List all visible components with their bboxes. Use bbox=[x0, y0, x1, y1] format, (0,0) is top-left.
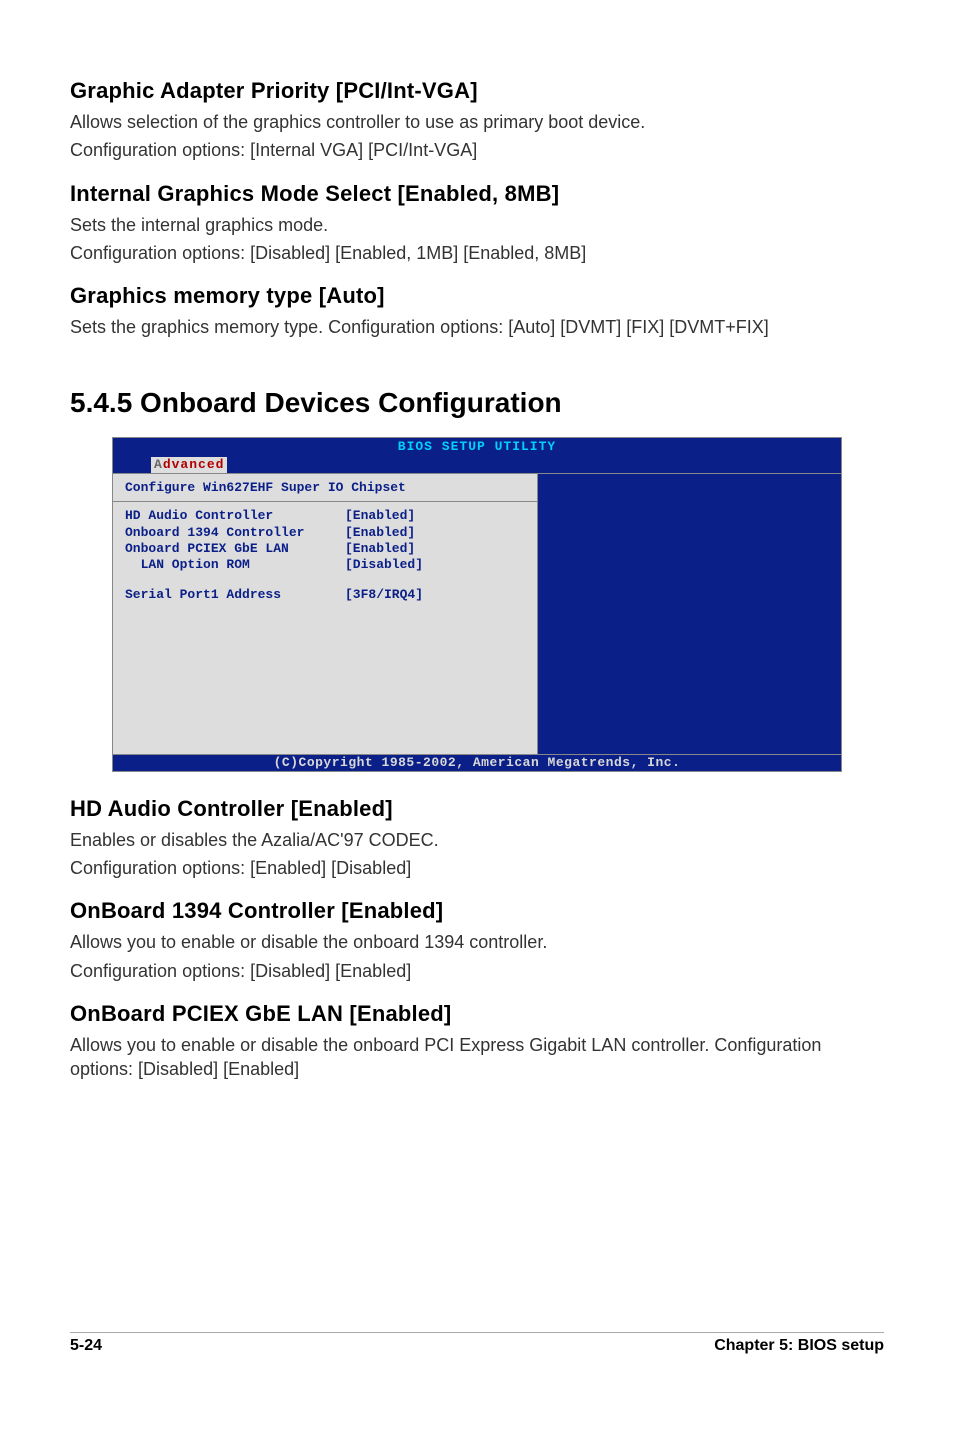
bios-value-hd-audio: [Enabled] bbox=[345, 508, 525, 524]
bios-tab-label: dvanced bbox=[163, 457, 225, 472]
bios-value-lan-option-rom: [Disabled] bbox=[345, 557, 525, 573]
bios-label-pciex-lan: Onboard PCIEX GbE LAN bbox=[125, 541, 345, 557]
bios-label-serial-port: Serial Port1 Address bbox=[125, 587, 345, 603]
bios-setup-screenshot: BIOS SETUP UTILITY Advanced Configure Wi… bbox=[112, 437, 842, 771]
bios-left-pane: Configure Win627EHF Super IO Chipset HD … bbox=[113, 474, 538, 753]
bios-title: BIOS SETUP UTILITY bbox=[113, 438, 841, 456]
text-hd-audio-desc: Enables or disables the Azalia/AC'97 COD… bbox=[70, 828, 884, 852]
text-graphic-adapter-priority-desc: Allows selection of the graphics control… bbox=[70, 110, 884, 134]
bios-row: Serial Port1 Address [3F8/IRQ4] bbox=[125, 587, 525, 603]
page-number: 5-24 bbox=[70, 1337, 102, 1355]
heading-onboard-1394: OnBoard 1394 Controller [Enabled] bbox=[70, 898, 884, 924]
bios-value-serial-port: [3F8/IRQ4] bbox=[345, 587, 525, 603]
text-onboard-1394-options: Configuration options: [Disabled] [Enabl… bbox=[70, 959, 884, 983]
heading-graphics-memory-type: Graphics memory type [Auto] bbox=[70, 283, 884, 309]
text-graphics-memory-type-desc: Sets the graphics memory type. Configura… bbox=[70, 315, 884, 339]
page-footer: 5-24 Chapter 5: BIOS setup bbox=[70, 1332, 884, 1355]
bios-copyright: (C)Copyright 1985-2002, American Megatre… bbox=[113, 755, 841, 771]
heading-onboard-devices-configuration: 5.4.5 Onboard Devices Configuration bbox=[70, 387, 884, 419]
bios-tab-row: Advanced bbox=[113, 456, 841, 473]
bios-tab-advanced: Advanced bbox=[151, 457, 227, 473]
bios-right-pane bbox=[538, 474, 841, 753]
heading-hd-audio-controller: HD Audio Controller [Enabled] bbox=[70, 796, 884, 822]
bios-tab-hotkey: A bbox=[154, 457, 163, 472]
text-internal-graphics-mode-desc: Sets the internal graphics mode. bbox=[70, 213, 884, 237]
heading-graphic-adapter-priority: Graphic Adapter Priority [PCI/Int-VGA] bbox=[70, 78, 884, 104]
text-hd-audio-options: Configuration options: [Enabled] [Disabl… bbox=[70, 856, 884, 880]
heading-internal-graphics-mode: Internal Graphics Mode Select [Enabled, … bbox=[70, 181, 884, 207]
bios-row: Onboard PCIEX GbE LAN [Enabled] bbox=[125, 541, 525, 557]
bios-panel-header: Configure Win627EHF Super IO Chipset bbox=[125, 478, 525, 499]
bios-divider bbox=[113, 501, 537, 502]
heading-onboard-pciex-lan: OnBoard PCIEX GbE LAN [Enabled] bbox=[70, 1001, 884, 1027]
bios-row: Onboard 1394 Controller [Enabled] bbox=[125, 525, 525, 541]
bios-value-1394: [Enabled] bbox=[345, 525, 525, 541]
bios-row: HD Audio Controller [Enabled] bbox=[125, 508, 525, 524]
text-graphic-adapter-priority-options: Configuration options: [Internal VGA] [P… bbox=[70, 138, 884, 162]
bios-label-hd-audio: HD Audio Controller bbox=[125, 508, 345, 524]
bios-label-1394: Onboard 1394 Controller bbox=[125, 525, 345, 541]
bios-label-lan-option-rom: LAN Option ROM bbox=[125, 557, 345, 573]
bios-row: LAN Option ROM [Disabled] bbox=[125, 557, 525, 573]
text-onboard-1394-desc: Allows you to enable or disable the onbo… bbox=[70, 930, 884, 954]
bios-value-pciex-lan: [Enabled] bbox=[345, 541, 525, 557]
text-internal-graphics-mode-options: Configuration options: [Disabled] [Enabl… bbox=[70, 241, 884, 265]
chapter-label: Chapter 5: BIOS setup bbox=[714, 1337, 884, 1355]
text-onboard-pciex-lan-desc: Allows you to enable or disable the onbo… bbox=[70, 1033, 884, 1082]
